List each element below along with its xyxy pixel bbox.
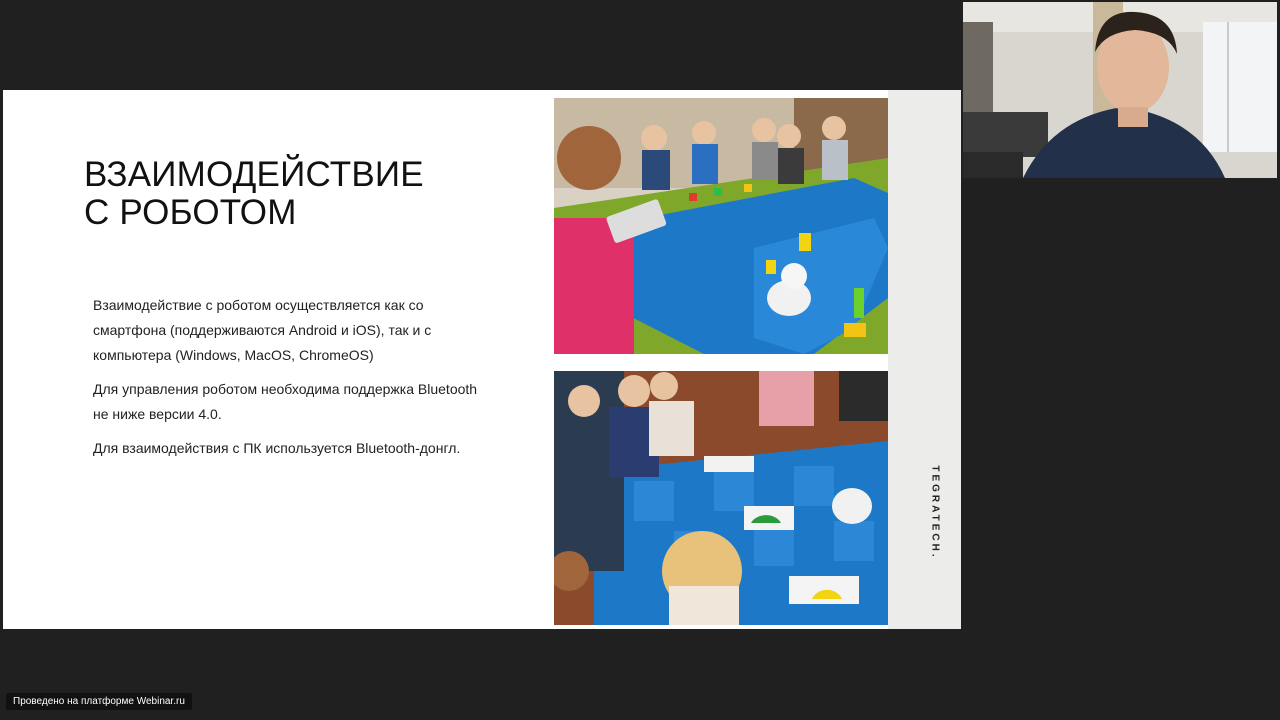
slide-paragraph: Для взаимодействия с ПК используется Blu… <box>93 440 461 456</box>
presenter-webcam <box>963 2 1277 178</box>
slide-body: Взаимодействие с роботом осуществляется … <box>93 293 493 470</box>
classroom-photo-bottom-image <box>554 371 888 625</box>
classroom-photo-top-image <box>554 98 888 354</box>
slide-paragraph: Взаимодействие с роботом осуществляется … <box>93 297 432 363</box>
classroom-photo-bottom <box>554 371 888 625</box>
classroom-photo-top <box>554 98 888 354</box>
slide-paragraph: Для управления роботом необходима поддер… <box>93 381 478 422</box>
webinar-stage: ВЗАИМОДЕЙСТВИЕ С РОБОТОМ Взаимодействие … <box>0 0 1280 720</box>
brand-logo: TEGRATECH. <box>929 465 941 560</box>
slide-side-strip <box>888 90 961 629</box>
presenter-video-frame <box>963 2 1277 178</box>
presentation-slide: ВЗАИМОДЕЙСТВИЕ С РОБОТОМ Взаимодействие … <box>3 90 961 629</box>
slide-title: ВЗАИМОДЕЙСТВИЕ С РОБОТОМ <box>84 155 424 232</box>
platform-badge[interactable]: Проведено на платформе Webinar.ru <box>6 693 192 710</box>
